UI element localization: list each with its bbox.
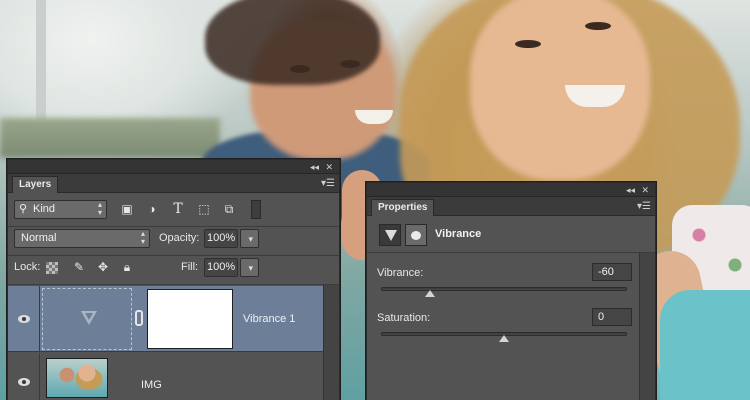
adjustment-title: Vibrance	[435, 228, 482, 240]
vibrance-slider-handle[interactable]	[425, 290, 436, 297]
divider	[8, 255, 339, 256]
close-icon[interactable]: ✕	[325, 161, 333, 173]
opacity-input[interactable]: 100%	[204, 229, 238, 248]
lock-transparent-icon[interactable]	[46, 262, 58, 274]
lock-all-icon[interactable]: 🔒︎	[118, 259, 136, 275]
layers-tab-row: Layers ▾☰	[8, 174, 339, 193]
panel-menu-icon[interactable]: ▾☰	[321, 178, 335, 189]
panel-menu-icon[interactable]: ▾☰	[637, 201, 651, 212]
stepper-icon: ▴ ▾	[97, 200, 102, 217]
adjustment-thumbnail[interactable]	[42, 288, 132, 350]
blend-mode-select[interactable]: Normal ▴ ▾	[14, 229, 150, 248]
photo-man-eye	[290, 65, 310, 73]
layer-name[interactable]: IMG	[141, 379, 162, 391]
lock-row: Lock: ✎ ✥ 🔒︎ Fill: 100% ▾	[8, 258, 339, 281]
filter-kind-label: Kind	[33, 203, 56, 215]
collapse-icon[interactable]: ◂◂	[310, 161, 319, 173]
tab-layers[interactable]: Layers	[12, 176, 59, 193]
properties-tab-row: Properties ▾☰	[367, 197, 655, 216]
vibrance-label: Vibrance:	[377, 267, 424, 279]
vibrance-icon	[81, 311, 97, 325]
photo-car	[660, 290, 750, 400]
photo-woman-eye	[515, 40, 541, 48]
blend-mode-value: Normal	[21, 232, 57, 244]
collapse-icon[interactable]: ◂◂	[626, 184, 635, 196]
lock-label: Lock:	[14, 261, 41, 273]
layer-name[interactable]: Vibrance 1	[243, 313, 295, 325]
eye-icon[interactable]	[18, 315, 30, 323]
eye-icon[interactable]	[18, 378, 30, 386]
filter-row: ⚲ Kind ▴ ▾ ▣ ◑ T ⬚ ⧉	[8, 200, 339, 226]
filter-kind-select[interactable]: ⚲ Kind ▴ ▾	[14, 200, 107, 219]
layers-panel-titlebar[interactable]: ◂◂ ✕	[8, 160, 339, 174]
smart-object-filter-icon[interactable]: ⧉	[220, 201, 238, 217]
type-filter-icon[interactable]: T	[169, 201, 187, 217]
stepper-icon: ▴ ▾	[140, 229, 145, 246]
properties-panel: ◂◂ ✕ Properties ▾☰ Vibrance Vibrance: -6…	[366, 182, 656, 400]
opacity-label: Opacity:	[159, 232, 200, 244]
photo-man-hair	[205, 0, 380, 85]
saturation-slider-handle[interactable]	[499, 335, 509, 342]
fill-dropdown[interactable]: ▾	[240, 258, 259, 277]
visibility-toggle[interactable]	[8, 286, 40, 351]
properties-scrollbar[interactable]	[639, 253, 655, 400]
chevron-down-icon: ▾	[248, 234, 253, 244]
vibrance-input[interactable]: -60	[592, 263, 632, 281]
chevron-down-icon: ▾	[248, 263, 253, 273]
image-thumbnail[interactable]	[46, 358, 108, 398]
photo-pole	[36, 0, 46, 120]
fill-label: Fill:	[181, 261, 199, 273]
vibrance-slider-track[interactable]	[381, 287, 627, 291]
close-icon[interactable]: ✕	[641, 184, 649, 196]
shape-filter-icon[interactable]: ⬚	[195, 201, 213, 217]
opacity-dropdown[interactable]: ▾	[240, 229, 259, 248]
adjustment-filter-icon[interactable]: ◑	[143, 201, 161, 217]
pixel-filter-icon[interactable]: ▣	[118, 201, 136, 217]
layers-scrollbar[interactable]	[323, 285, 339, 400]
divider	[8, 284, 339, 285]
lock-move-icon[interactable]: ✥	[94, 259, 112, 275]
saturation-input[interactable]: 0	[592, 308, 632, 326]
search-icon: ⚲	[19, 203, 28, 215]
divider	[8, 226, 339, 227]
adjustment-header: Vibrance	[367, 217, 655, 253]
photo-man-eye	[340, 60, 360, 68]
blend-row: Normal ▴ ▾ Opacity: 100% ▾	[8, 229, 339, 253]
link-icon[interactable]	[135, 310, 143, 326]
layer-row-vibrance[interactable]: Vibrance 1	[8, 286, 324, 352]
photo-woman-eye	[585, 22, 611, 30]
visibility-toggle[interactable]	[8, 353, 40, 400]
fill-input[interactable]: 100%	[204, 258, 238, 277]
layers-panel: ◂◂ ✕ Layers ▾☰ ⚲ Kind ▴ ▾ ▣ ◑ T ⬚ ⧉ Norma…	[7, 159, 340, 400]
vibrance-icon[interactable]	[379, 224, 401, 246]
tab-properties[interactable]: Properties	[371, 199, 435, 216]
layer-row-img[interactable]: IMG	[8, 353, 324, 400]
saturation-label: Saturation:	[377, 312, 431, 324]
filter-toggle-switch[interactable]	[251, 200, 261, 219]
lock-paint-icon[interactable]: ✎	[70, 259, 88, 275]
mask-icon[interactable]	[405, 224, 427, 246]
photo-grass	[0, 118, 220, 158]
layer-mask-thumbnail[interactable]	[147, 289, 233, 349]
properties-panel-titlebar[interactable]: ◂◂ ✕	[367, 183, 655, 197]
